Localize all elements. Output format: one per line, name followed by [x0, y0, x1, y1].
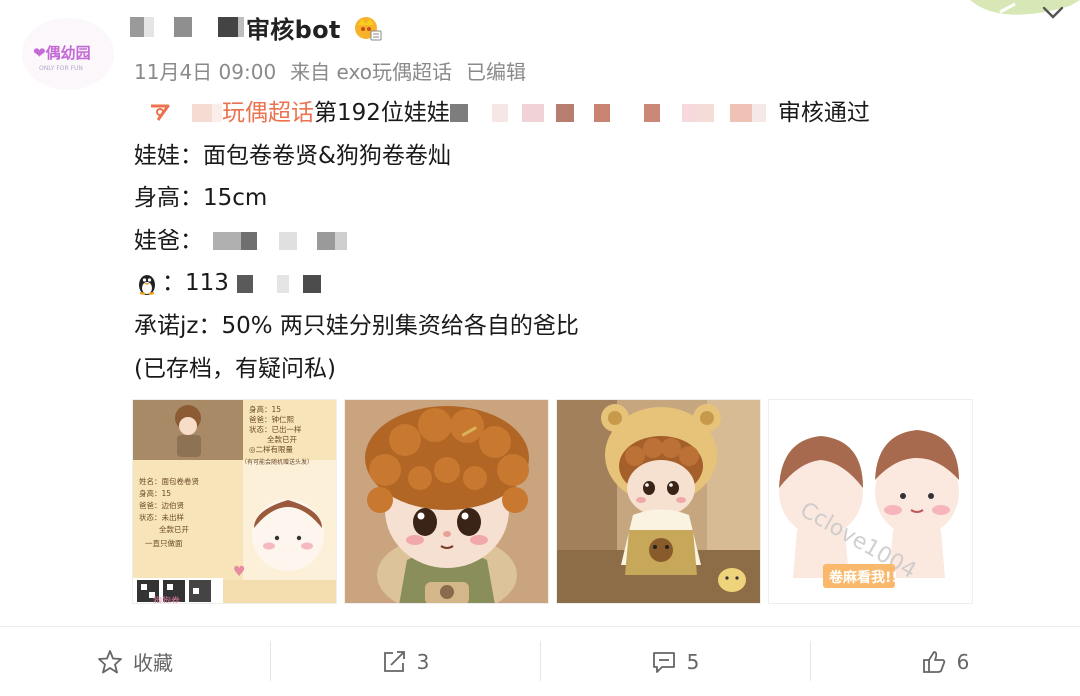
- star-icon: [98, 649, 122, 673]
- redacted-name: [130, 15, 244, 39]
- card1-title-line-5: ◎二样有限量: [249, 444, 294, 454]
- qq-value: 113: [185, 270, 229, 297]
- image-gallery: 身高：15 爸爸：钟仁熙 状态：已出一样 全款已开 ◎二样有限量 （有可能会随机…: [132, 399, 973, 604]
- promise-value: 50% 两只娃分别集资给各自的爸比: [221, 312, 579, 339]
- comment-button[interactable]: 5: [540, 627, 810, 696]
- height-line: 身高： 15cm: [134, 177, 1034, 220]
- redacted-owner: [203, 228, 347, 254]
- redacted-topic: [178, 100, 222, 126]
- promise-line: 承诺jz： 50% 两只娃分别集资给各自的爸比: [134, 305, 1034, 348]
- avatar[interactable]: ❤偶幼园 ONLY FOR FUN: [22, 18, 114, 90]
- redacted-qq: [228, 271, 321, 297]
- qq-label: ：: [162, 270, 185, 297]
- favorite-label: 收藏: [133, 651, 173, 675]
- card1-list-line-1: 姓名：面包卷卷贤: [139, 476, 199, 486]
- archived-line: (已存档，有疑问私): [134, 348, 1034, 391]
- svg-text:♥: ♥: [233, 564, 246, 580]
- favorite-button[interactable]: 收藏: [0, 627, 270, 696]
- doll-value: 面包卷卷贤&狗狗卷卷灿: [203, 142, 451, 169]
- repost-button[interactable]: 3: [270, 627, 540, 696]
- card1-footer: 狗狗卷: [153, 595, 180, 604]
- card1-title-line-2: 爸爸：钟仁熙: [249, 414, 294, 424]
- height-value: 15cm: [203, 185, 268, 212]
- doll-line: 娃娃： 面包卷卷贤&狗狗卷卷灿: [134, 135, 1034, 178]
- height-label: 身高：: [134, 185, 203, 212]
- card1-list-line-2: 身高：15: [139, 488, 171, 498]
- like-button[interactable]: 6: [810, 627, 1080, 696]
- gallery-image-2[interactable]: [344, 399, 549, 604]
- gallery-image-1[interactable]: 身高：15 爸爸：钟仁熙 状态：已出一样 全款已开 ◎二样有限量 （有可能会随机…: [132, 399, 337, 604]
- like-count: 6: [956, 649, 970, 674]
- post-source[interactable]: 来自 exo玩偶超话: [290, 56, 452, 85]
- card1-title-line-3: 状态：已出一样: [249, 424, 302, 434]
- comment-count: 5: [686, 649, 700, 674]
- card1-list-line-5: 全款已开: [159, 524, 189, 534]
- approval-suffix: 审核通过: [777, 100, 870, 126]
- doll-illustration-image: Cclove1004 卷麻看我!!: [769, 400, 972, 603]
- post-body: 玩偶超话 第192位娃娃 审核通过 娃娃： 面包卷卷贤&狗狗卷卷灿 身高： 15…: [134, 92, 1034, 390]
- doll-bear-hood-image: [557, 400, 760, 603]
- post-meta: 11月4日 09:00 来自 exo玩偶超话 已编辑: [134, 56, 526, 85]
- badge-text: 卷麻看我!!: [828, 569, 898, 586]
- supertopic-icon: [151, 104, 170, 122]
- qq-line: ： 113: [134, 262, 1034, 305]
- edited-label: 已编辑: [465, 60, 526, 84]
- gallery-image-4[interactable]: Cclove1004 卷麻看我!!: [768, 399, 973, 604]
- card1-title-line-1: 身高：15: [249, 404, 281, 414]
- timestamp: 11月4日 09:00: [134, 60, 277, 84]
- owner-label: 娃爸：: [134, 227, 203, 254]
- action-bar: 收藏 3 5 6: [0, 627, 1080, 696]
- doll-info-card-image: 身高：15 爸爸：钟仁熙 状态：已出一样 全款已开 ◎二样有限量 （有可能会随机…: [133, 400, 336, 604]
- supertopic-link[interactable]: 玩偶超话: [222, 92, 314, 135]
- redacted-approval: [449, 100, 778, 126]
- svg-text:❤偶幼园: ❤偶幼园: [33, 44, 91, 62]
- card1-list-line-6: 一直只做面: [145, 538, 183, 548]
- chevron-down-icon[interactable]: [1040, 2, 1066, 22]
- comment-icon: [652, 651, 675, 673]
- doll-label: 娃娃：: [134, 142, 203, 169]
- approval-prefix: 第192位娃娃: [314, 100, 450, 126]
- promise-label: 承诺jz：: [134, 312, 222, 339]
- username[interactable]: 审核bot: [246, 10, 341, 45]
- doll-closeup-image: [345, 400, 548, 603]
- penguin-icon: [139, 274, 155, 295]
- thumbs-up-icon: [922, 650, 945, 673]
- approval-line: 玩偶超话 第192位娃娃 审核通过: [134, 92, 1034, 135]
- card1-title-line-6: （有可能会随机赠送头发）: [241, 458, 313, 466]
- repost-icon: [383, 650, 405, 672]
- owner-line: 娃爸：: [134, 220, 1034, 263]
- card1-title-line-4: 全款已开: [267, 434, 297, 444]
- svg-text:ONLY FOR FUN: ONLY FOR FUN: [39, 65, 83, 72]
- repost-count: 3: [416, 649, 430, 674]
- username-row: 审核bot: [130, 10, 383, 44]
- avatar-logo: ❤偶幼园 ONLY FOR FUN: [33, 44, 91, 72]
- gallery-image-3[interactable]: [556, 399, 761, 604]
- crown-badge-icon[interactable]: [353, 13, 383, 41]
- card1-list-line-3: 爸爸：边伯贤: [139, 500, 184, 510]
- archived-note: (已存档，有疑问私): [134, 355, 336, 382]
- card1-list-line-4: 状态：未出样: [139, 512, 184, 522]
